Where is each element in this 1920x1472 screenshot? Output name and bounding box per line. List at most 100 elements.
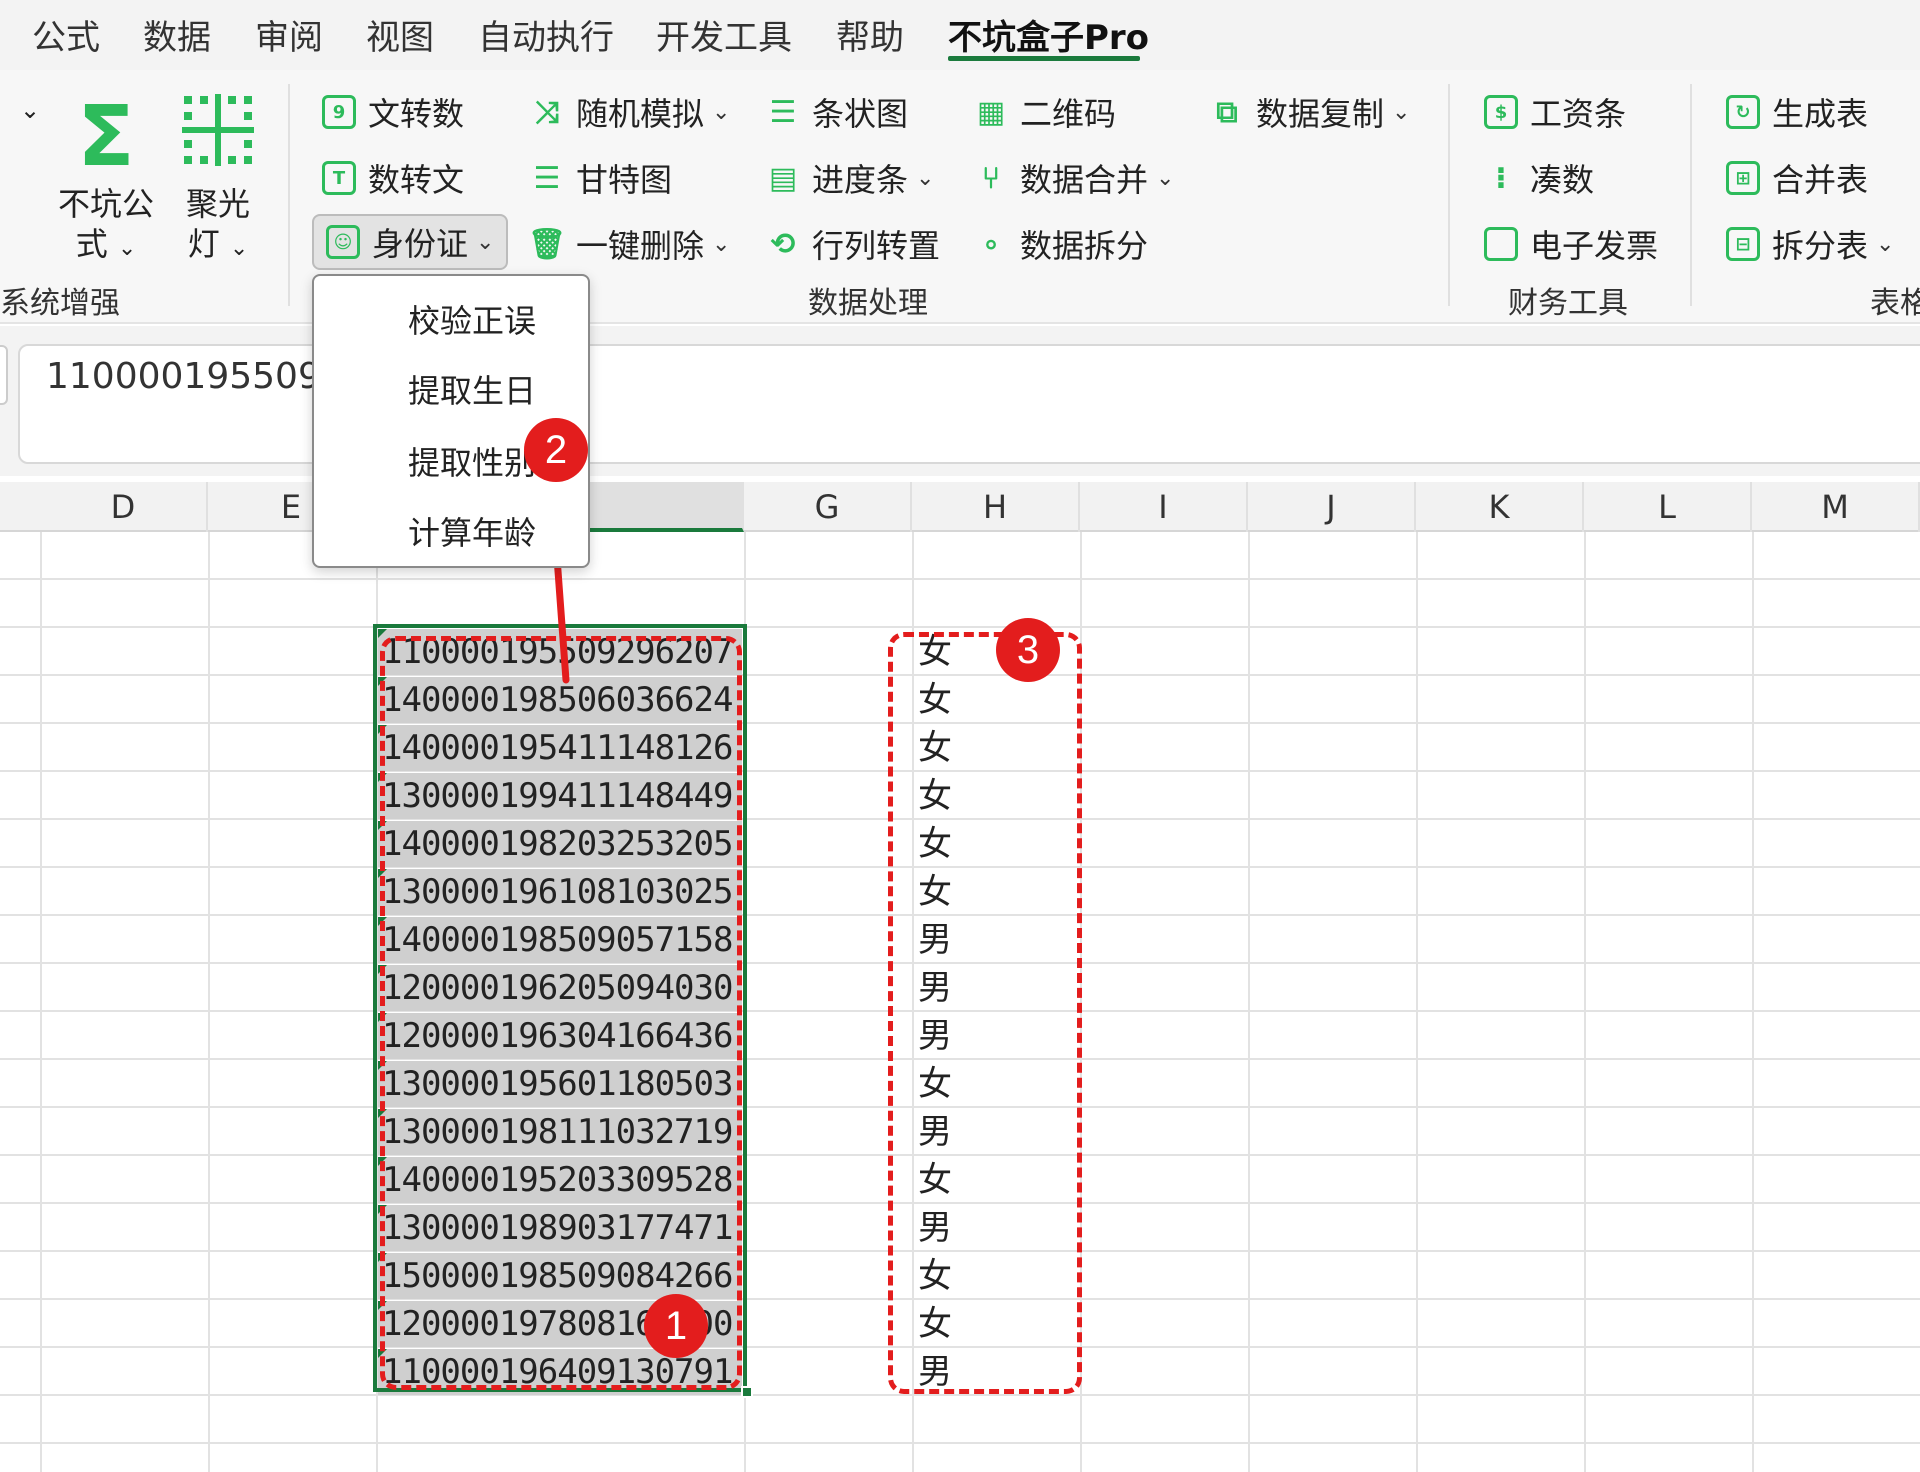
one-click-delete-label: 一键删除 [576,227,705,265]
column-header-m[interactable]: M [1752,482,1920,532]
step-badge-2: 2 [524,418,588,482]
active-tab-indicator [948,56,1140,61]
progress-bar-icon: ▤ [768,160,798,196]
progress-bar-label: 进度条 [812,161,909,199]
tab-review[interactable]: 审阅 [255,10,323,59]
text-to-number-button[interactable]: 9 文转数 [322,87,464,137]
group-label-system: 系统增强 [0,286,120,321]
fill-handle[interactable] [741,1386,753,1398]
tab-formulas[interactable]: 公式 [32,10,100,59]
text-to-number-icon: 9 [322,95,356,129]
merge-table-button[interactable]: ⊞ 合并表 [1726,153,1868,203]
spotlight-button[interactable]: 聚光 灯 ⌄ [178,88,258,269]
data-merge-label: 数据合并 [1020,161,1149,199]
tab-developer[interactable]: 开发工具 [656,10,792,59]
column-header-j[interactable]: J [1248,482,1416,532]
data-split-label: 数据拆分 [1020,227,1149,265]
step-badge-3: 3 [996,618,1060,682]
grid-line [208,532,210,1472]
qr-code-icon: ▦ [976,94,1006,130]
split-table-button[interactable]: ⊟ 拆分表 ⌄ [1726,219,1894,269]
group-label-finance: 财务工具 [1508,286,1628,321]
spotlight-label-2: 灯 [187,225,220,263]
tab-bukeng-box-pro[interactable]: 不坑盒子Pro [948,10,1149,59]
bar-chart-button[interactable]: ☰ 条状图 [766,87,908,137]
split-table-label: 拆分表 [1772,227,1869,265]
menu-item-extract-gender[interactable]: 提取性别 [408,438,536,484]
tab-view[interactable]: 视图 [366,10,434,59]
make-up-number-label: 凑数 [1530,161,1595,199]
column-header-row: D E F G H I J K L M [0,482,1920,532]
column-header-h[interactable]: H [912,482,1080,532]
annotation-dashed-box-genders [888,632,1082,1394]
grid-line [0,1442,1920,1444]
chevron-down-icon: ⌄ [916,165,935,191]
gantt-chart-label: 甘特图 [576,161,673,199]
chevron-down-icon: ⌄ [1156,165,1175,191]
chevron-down-icon: ⌄ [712,231,731,257]
chevron-down-icon: ⌄ [229,236,249,261]
grid-line [40,532,42,1472]
menu-item-validate[interactable]: 校验正误 [408,296,536,342]
bukeng-formula-label-1: 不坑公 [57,185,154,223]
name-box[interactable] [0,345,8,405]
grid-line [1248,532,1250,1472]
chevron-down-icon[interactable]: ⌄ [20,96,40,124]
chevron-down-icon: ⌄ [1876,231,1895,257]
e-invoice-button[interactable]: 电子发票 [1484,219,1658,269]
tab-automate[interactable]: 自动执行 [478,10,614,59]
generate-table-button[interactable]: ↻ 生成表 [1726,87,1868,137]
number-to-text-button[interactable]: T 数转文 [322,153,464,203]
qr-code-button[interactable]: ▦ 二维码 [974,87,1116,137]
menu-item-extract-birthday[interactable]: 提取生日 [408,366,536,412]
transpose-icon: ⟲ [770,226,796,262]
data-split-button[interactable]: ∘ 数据拆分 [974,219,1148,269]
progress-bar-button[interactable]: ▤ 进度条 ⌄ [766,153,935,203]
number-to-text-label: 数转文 [368,161,465,199]
split-table-icon: ⊟ [1726,227,1760,261]
transpose-label: 行列转置 [812,227,941,265]
chevron-down-icon: ⌄ [476,229,495,255]
grid-line [0,626,1920,628]
column-header-i[interactable]: I [1080,482,1248,532]
number-to-text-icon: T [322,161,356,195]
one-click-delete-button[interactable]: 🗑 一键删除 ⌄ [527,219,731,269]
id-card-label: 身份证 [372,225,469,263]
gantt-icon: ☰ [533,160,561,196]
grid-line [0,578,1920,580]
column-header-d[interactable]: D [40,482,208,532]
copy-icon: ⧉ [1216,94,1238,130]
merge-table-icon: ⊞ [1726,161,1760,195]
ribbon-separator [288,84,290,306]
menu-item-calculate-age[interactable]: 计算年龄 [408,508,536,554]
random-simulate-button[interactable]: ⤨ 随机模拟 ⌄ [530,87,730,137]
grid-line [1752,532,1754,1472]
chevron-down-icon: ⌄ [712,99,731,125]
column-header-k[interactable]: K [1416,482,1584,532]
text-to-number-label: 文转数 [368,95,465,133]
tab-help[interactable]: 帮助 [836,10,904,59]
trash-icon: 🗑 [527,226,567,262]
bukeng-formula-button[interactable]: Σ 不坑公 式 ⌄ [56,88,156,269]
make-up-number-button[interactable]: ⁝ 凑数 [1484,153,1594,203]
column-header-g[interactable]: G [744,482,912,532]
random-simulate-label: 随机模拟 [576,95,705,133]
id-card-button[interactable]: ☺ 身份证 ⌄ [312,214,509,270]
payslip-label: 工资条 [1530,95,1627,133]
bar-chart-label: 条状图 [812,95,909,133]
data-merge-button[interactable]: ⑂ 数据合并 ⌄ [974,153,1174,203]
column-header-l[interactable]: L [1584,482,1752,532]
tab-data[interactable]: 数据 [143,10,211,59]
menu-tab-bar: 公式 数据 审阅 视图 自动执行 开发工具 帮助 不坑盒子Pro [0,0,1920,70]
group-label-data-processing: 数据处理 [808,286,928,321]
split-icon: ∘ [981,226,1001,262]
gantt-chart-button[interactable]: ☰ 甘特图 [530,153,672,203]
data-copy-button[interactable]: ⧉ 数据复制 ⌄ [1210,87,1410,137]
generate-table-icon: ↻ [1726,95,1760,129]
ribbon-separator [1690,84,1692,306]
e-invoice-icon [1484,227,1518,261]
payslip-button[interactable]: $ 工资条 [1484,87,1626,137]
sigma-icon: Σ [77,87,135,185]
spotlight-icon [178,88,258,184]
transpose-button[interactable]: ⟲ 行列转置 [766,219,940,269]
